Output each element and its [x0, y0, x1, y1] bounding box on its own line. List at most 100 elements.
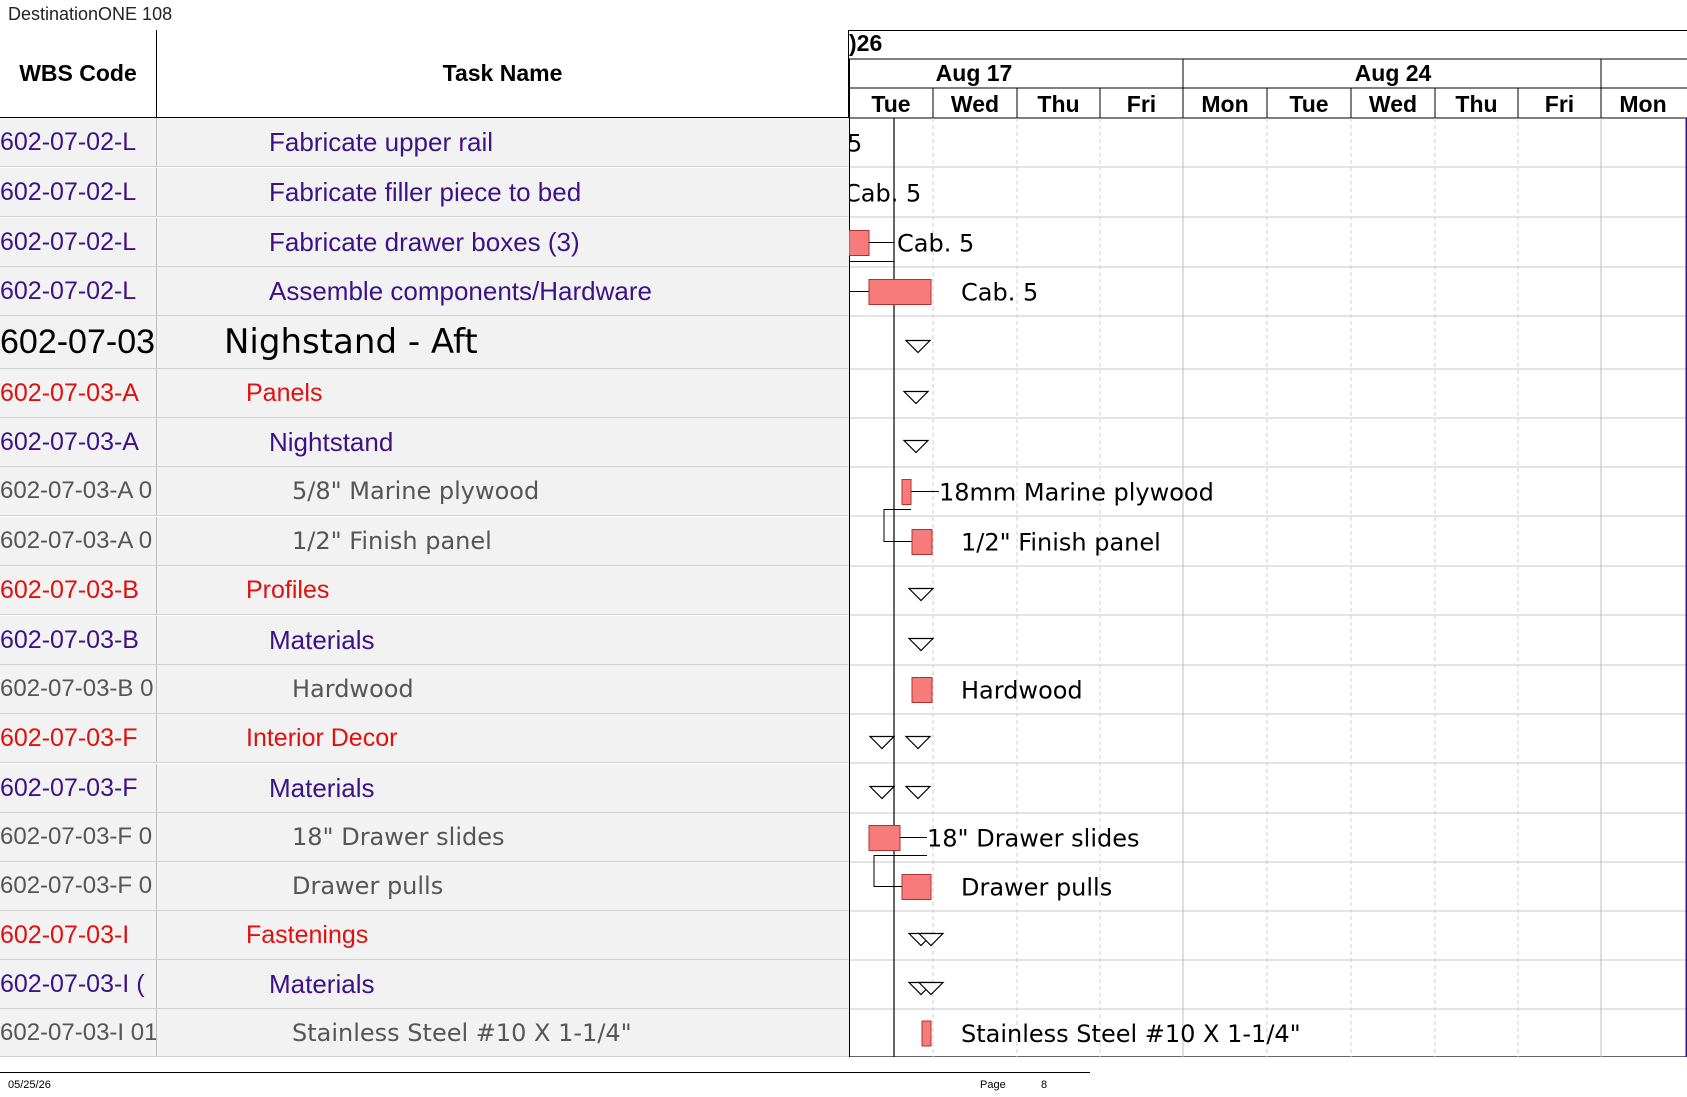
- timescale-day-label: Wed: [951, 91, 999, 117]
- wbs-code-cell[interactable]: 602-07-03-F: [0, 764, 157, 812]
- column-header-wbs-code[interactable]: WBS Code: [0, 30, 157, 118]
- table-row[interactable]: 602-07-02-L Fabricate upper rail: [0, 118, 849, 167]
- wbs-code-cell[interactable]: 602-07-02-L: [0, 118, 157, 166]
- table-row[interactable]: 602-07-03-I 01 Stainless Steel #10 X 1-1/…: [0, 1009, 849, 1057]
- table-row[interactable]: 602-07-03-A Nightstand: [0, 418, 849, 467]
- table-row[interactable]: 602-07-03-I Fastenings: [0, 911, 849, 960]
- timescale-day-label: Mon: [1201, 91, 1248, 117]
- task-name-cell[interactable]: 18" Drawer slides: [157, 813, 849, 861]
- wbs-code-cell[interactable]: 602-07-03: [0, 316, 157, 368]
- timescale-day-label: Tue: [871, 91, 910, 117]
- task-name-cell[interactable]: Stainless Steel #10 X 1-1/4": [157, 1009, 849, 1056]
- footer-page-label: Page: [980, 1079, 1006, 1091]
- wbs-code-cell[interactable]: 602-07-03-B: [0, 616, 157, 664]
- wbs-code-cell[interactable]: 602-07-03-I (: [0, 960, 157, 1008]
- document-title: DestinationONE 108: [8, 4, 173, 24]
- timescale-day-label: Thu: [1455, 91, 1497, 117]
- wbs-code-cell[interactable]: 602-07-03-F: [0, 714, 157, 762]
- task-name-cell[interactable]: Fabricate drawer boxes (3): [157, 218, 849, 266]
- wbs-code-cell[interactable]: 602-07-02-L: [0, 168, 157, 216]
- table-row[interactable]: 602-07-03-B Materials: [0, 616, 849, 665]
- summary-marker: [907, 637, 935, 652]
- task-bar-label: Cab. 5: [849, 180, 921, 208]
- task-name-cell[interactable]: Hardwood: [157, 665, 849, 713]
- table-row[interactable]: 602-07-03-F 0 18" Drawer slides: [0, 813, 849, 862]
- footer-divider: [0, 1072, 1090, 1073]
- table-row[interactable]: 602-07-03-F Interior Decor: [0, 714, 849, 763]
- task-bar: [911, 529, 933, 555]
- timescale-day-label: Fri: [1127, 91, 1156, 117]
- summary-marker: [904, 339, 932, 354]
- wbs-code-cell[interactable]: 602-07-02-L: [0, 218, 157, 266]
- wbs-code-cell[interactable]: 602-07-03-A 0: [0, 517, 157, 565]
- timescale-week-label: Aug 17: [936, 60, 1013, 86]
- summary-marker: [868, 785, 896, 800]
- table-row[interactable]: 602-07-02-L Assemble components/Hardware: [0, 267, 849, 316]
- task-name-cell[interactable]: Nightstand: [157, 418, 849, 466]
- task-bar: [849, 230, 870, 256]
- summary-marker: [904, 785, 932, 800]
- wbs-code-cell[interactable]: 602-07-03-B: [0, 566, 157, 614]
- task-name-cell[interactable]: 5/8" Marine plywood: [157, 467, 849, 515]
- table-row[interactable]: 602-07-03-A 0 5/8" Marine plywood: [0, 467, 849, 516]
- wbs-code-cell[interactable]: 602-07-03-B 0: [0, 665, 157, 713]
- task-bar: [911, 677, 933, 703]
- task-bar-label: 18" Drawer slides: [927, 825, 1140, 853]
- task-name-cell[interactable]: Materials: [157, 960, 849, 1008]
- wbs-code-cell[interactable]: 602-07-03-A 0: [0, 467, 157, 515]
- task-bar: [901, 479, 912, 505]
- task-name-cell[interactable]: Materials: [157, 764, 849, 812]
- task-name-cell[interactable]: Nighstand - Aft: [157, 316, 849, 368]
- task-name-cell[interactable]: Interior Decor: [157, 714, 849, 762]
- task-name-cell[interactable]: Fabricate upper rail: [157, 118, 849, 166]
- table-row[interactable]: 602-07-03-A Panels: [0, 369, 849, 418]
- timescale-day-label: Wed: [1369, 91, 1417, 117]
- task-bar-label: 5: [849, 130, 862, 158]
- table-row[interactable]: 602-07-03-F 0 Drawer pulls: [0, 862, 849, 911]
- task-name-cell[interactable]: Profiles: [157, 566, 849, 614]
- wbs-code-cell[interactable]: 602-07-02-L: [0, 267, 157, 315]
- table-row[interactable]: 602-07-03-F Materials: [0, 764, 849, 813]
- task-name-cell[interactable]: Fabricate filler piece to bed: [157, 168, 849, 216]
- task-name-cell[interactable]: Panels: [157, 369, 849, 417]
- footer-page-number: 8: [1041, 1079, 1048, 1091]
- table-row[interactable]: 602-07-03-I (Materials: [0, 960, 849, 1009]
- task-bar-label: Stainless Steel #10 X 1-1/4": [961, 1020, 1301, 1048]
- task-bar-label: Cab. 5: [961, 279, 1038, 307]
- task-bar: [921, 1020, 932, 1047]
- timescale-day-label: Fri: [1545, 91, 1574, 117]
- footer-date: 05/25/26: [8, 1079, 51, 1091]
- wbs-code-cell[interactable]: 602-07-03-F 0: [0, 813, 157, 861]
- task-name-cell[interactable]: Fastenings: [157, 911, 849, 959]
- task-name-cell[interactable]: Drawer pulls: [157, 862, 849, 910]
- gantt-timeline: )26 Aug 17 Aug 24 Tue Wed Thu Fri Mon Tue Wed Thu F…: [849, 30, 1687, 1057]
- timescale-week-label: Aug 24: [1355, 60, 1432, 86]
- task-name-cell[interactable]: Materials: [157, 616, 849, 664]
- task-name-cell[interactable]: 1/2" Finish panel: [157, 517, 849, 565]
- task-bar: [868, 825, 901, 851]
- dependency-link: [883, 509, 912, 542]
- wbs-code-cell[interactable]: 602-07-03-A: [0, 369, 157, 417]
- table-row[interactable]: 602-07-03-B Profiles: [0, 566, 849, 615]
- task-bar-label: Drawer pulls: [961, 874, 1112, 902]
- summary-marker: [904, 735, 932, 750]
- summary-marker: [902, 390, 930, 405]
- summary-marker: [902, 439, 930, 454]
- column-header-task-name[interactable]: Task Name: [157, 30, 849, 118]
- timescale-day-label: Thu: [1037, 91, 1079, 117]
- task-bar-label: 1/2" Finish panel: [961, 529, 1161, 557]
- table-row[interactable]: 602-07-02-L Fabricate drawer boxes (3): [0, 218, 849, 267]
- task-bar-label: 18mm Marine plywood: [939, 479, 1214, 507]
- wbs-code-cell[interactable]: 602-07-03-F 0: [0, 862, 157, 910]
- wbs-code-cell[interactable]: 602-07-03-I: [0, 911, 157, 959]
- summary-marker: [907, 587, 935, 602]
- table-row[interactable]: 602-07-02-L Fabricate filler piece to bed: [0, 168, 849, 217]
- table-row[interactable]: 602-07-03-A 0 1/2" Finish panel: [0, 517, 849, 566]
- summary-marker: [868, 735, 896, 750]
- wbs-code-cell[interactable]: 602-07-03-I 01: [0, 1009, 157, 1056]
- timescale-day-label: Tue: [1289, 91, 1328, 117]
- table-row[interactable]: 602-07-03 Nighstand - Aft: [0, 316, 849, 369]
- task-name-cell[interactable]: Assemble components/Hardware: [157, 267, 849, 315]
- wbs-code-cell[interactable]: 602-07-03-A: [0, 418, 157, 466]
- table-row[interactable]: 602-07-03-B 0 Hardwood: [0, 665, 849, 714]
